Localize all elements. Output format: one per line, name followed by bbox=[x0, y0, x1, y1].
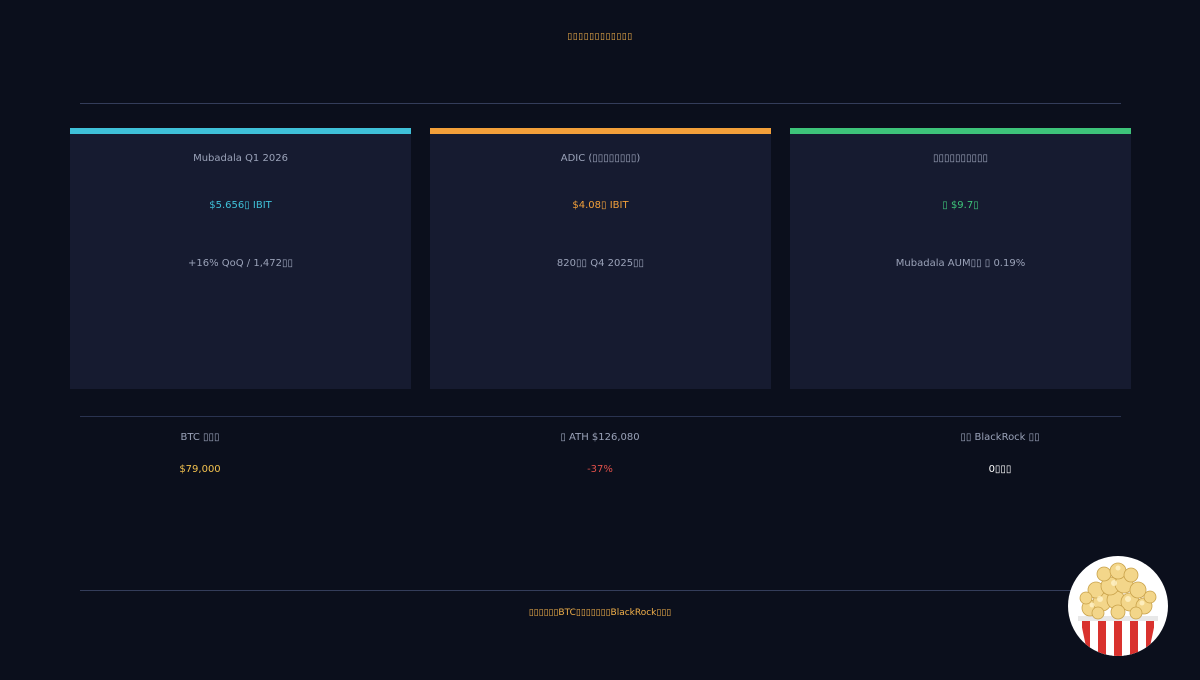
stat-label: ▯▯ BlackRock ▯▯ bbox=[960, 432, 1040, 443]
holdings-cards: Mubadala Q1 2026 $5.656▯ IBIT +16% QoQ /… bbox=[70, 128, 1131, 389]
card-mubadala: Mubadala Q1 2026 $5.656▯ IBIT +16% QoQ /… bbox=[70, 128, 411, 389]
card-label: ADIC (▯▯▯▯▯▯▯▯) bbox=[560, 153, 641, 164]
stat-label: BTC ▯▯▯ bbox=[180, 432, 220, 443]
stat-label: ▯ ATH $126,080 bbox=[560, 432, 640, 443]
footer-caption: ▯▯▯▯▯▯BTC▯▯▯▯▯▯▯BlackRock▯▯▯ bbox=[528, 608, 672, 618]
bottom-divider bbox=[80, 590, 1121, 591]
stat-value: $79,000 bbox=[179, 464, 221, 475]
card-value: $5.656▯ IBIT bbox=[209, 200, 272, 211]
stats-row: BTC ▯▯▯ $79,000 ▯ ATH $126,080 -37% ▯▯ B… bbox=[0, 432, 1200, 492]
card-adic: ADIC (▯▯▯▯▯▯▯▯) $4.08▯ IBIT 820▯▯ Q4 202… bbox=[430, 128, 771, 389]
card-accent-bar bbox=[790, 128, 1131, 134]
stat-value: -37% bbox=[587, 464, 613, 475]
stat-btc-price: BTC ▯▯▯ $79,000 bbox=[50, 432, 350, 475]
card-subtext: +16% QoQ / 1,472▯▯ bbox=[187, 258, 293, 269]
card-label: Mubadala Q1 2026 bbox=[193, 153, 288, 164]
card-value: ▯ $9.7▯ bbox=[942, 200, 979, 211]
stat-blackrock: ▯▯ BlackRock ▯▯ 0▯▯▯ bbox=[850, 432, 1150, 475]
popcorn-icon bbox=[1068, 556, 1168, 656]
card-subtext: Mubadala AUM▯▯ ▯ 0.19% bbox=[895, 258, 1026, 269]
card-accent-bar bbox=[70, 128, 411, 134]
stat-value: 0▯▯▯ bbox=[988, 464, 1012, 475]
card-total: ▯▯▯▯▯▯▯▯▯▯ ▯ $9.7▯ Mubadala AUM▯▯ ▯ 0.19… bbox=[790, 128, 1131, 389]
middle-divider bbox=[80, 416, 1121, 417]
page: ▯▯▯▯▯▯▯▯▯▯▯▯ Mubadala Q1 2026 $5.656▯ IB… bbox=[0, 0, 1200, 680]
stat-from-ath: ▯ ATH $126,080 -37% bbox=[450, 432, 750, 475]
page-title: ▯▯▯▯▯▯▯▯▯▯▯▯ bbox=[567, 32, 633, 42]
card-value: $4.08▯ IBIT bbox=[572, 200, 629, 211]
card-subtext: 820▯▯ Q4 2025▯▯ bbox=[556, 258, 645, 269]
card-label: ▯▯▯▯▯▯▯▯▯▯ bbox=[932, 153, 989, 164]
top-divider bbox=[80, 103, 1121, 104]
card-accent-bar bbox=[430, 128, 771, 134]
